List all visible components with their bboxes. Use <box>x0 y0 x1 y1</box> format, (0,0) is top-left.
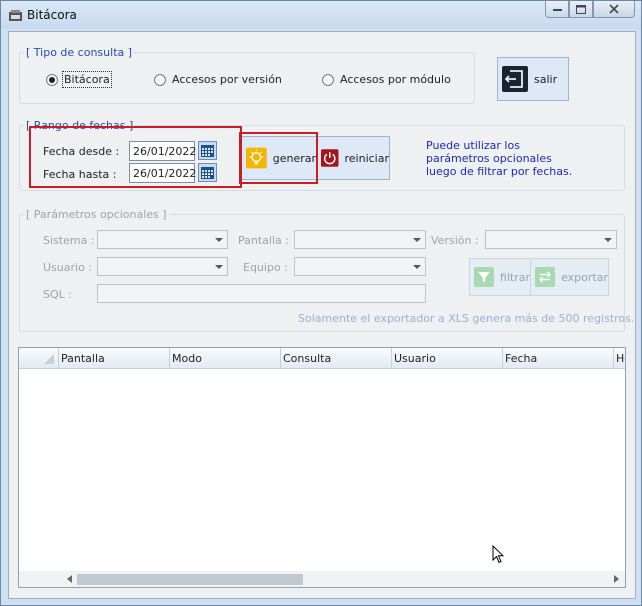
column-header-fecha[interactable]: Fecha <box>503 348 614 368</box>
generar-highlight <box>239 132 318 184</box>
export-icon <box>535 266 556 288</box>
select-all-corner[interactable] <box>19 348 59 368</box>
scroll-thumb[interactable] <box>77 574 303 585</box>
minimize-icon <box>552 9 562 11</box>
dropdown-arrow-icon <box>215 238 223 242</box>
usuario-select[interactable] <box>97 257 228 276</box>
pantalla-label: Pantalla : <box>238 234 289 247</box>
bitacora-window: Bitácora [ Tipo de consulta ] Bitácora A… <box>0 0 642 606</box>
mouse-cursor-icon <box>492 545 504 564</box>
column-header-consulta[interactable]: Consulta <box>281 348 392 368</box>
radio-accesos-modulo-label: Accesos por módulo <box>340 73 451 86</box>
filtrar-label: filtrar <box>499 270 530 284</box>
sql-label: SQL : <box>43 288 72 301</box>
fechas-note: Puede utilizar los parámetros opcionales… <box>426 139 573 178</box>
equipo-select[interactable] <box>294 257 426 276</box>
tipo-consulta-group: [ Tipo de consulta ] Bitácora Accesos po… <box>19 46 475 104</box>
dropdown-arrow-icon <box>604 238 612 242</box>
filtrar-button[interactable]: filtrar <box>469 258 531 296</box>
column-header-usuario[interactable]: Usuario <box>392 348 503 368</box>
filter-icon <box>474 267 494 287</box>
radio-bitacora-label: Bitácora <box>62 71 112 88</box>
window-title: Bitácora <box>27 8 77 22</box>
version-label: Versión : <box>431 234 479 247</box>
client-area: [ Tipo de consulta ] Bitácora Accesos po… <box>8 31 636 599</box>
radio-accesos-version[interactable]: Accesos por versión <box>154 73 282 86</box>
dropdown-arrow-icon <box>215 265 223 269</box>
exportar-button[interactable]: exportar <box>530 258 609 296</box>
export-note: Solamente el exportador a XLS genera más… <box>298 312 635 325</box>
maximize-icon <box>576 4 586 14</box>
maximize-button[interactable] <box>569 1 593 18</box>
radio-accesos-modulo[interactable]: Accesos por módulo <box>322 73 451 86</box>
minimize-button[interactable] <box>545 1 569 18</box>
power-icon <box>321 149 339 167</box>
app-icon <box>9 10 22 21</box>
exportar-label: exportar <box>561 270 608 284</box>
tipo-consulta-legend: [ Tipo de consulta ] <box>24 46 135 59</box>
close-button[interactable] <box>593 1 635 18</box>
sql-input[interactable] <box>97 284 426 303</box>
horizontal-scrollbar[interactable] <box>19 571 625 587</box>
pantalla-select[interactable] <box>294 230 426 249</box>
column-header-modo[interactable]: Modo <box>170 348 281 368</box>
close-icon <box>609 4 619 14</box>
radio-dot[interactable] <box>154 73 166 86</box>
radio-bitacora[interactable]: Bitácora <box>46 71 112 88</box>
equipo-label: Equipo : <box>243 261 288 274</box>
reiniciar-button[interactable]: reiniciar <box>316 136 390 180</box>
results-grid[interactable]: Pantalla Modo Consulta Usuario Fecha Ho <box>18 347 626 588</box>
version-select[interactable] <box>485 230 617 249</box>
reiniciar-label: reiniciar <box>344 151 390 165</box>
exit-icon <box>502 66 528 92</box>
scroll-left-icon[interactable] <box>67 575 72 583</box>
radio-dot-selected[interactable] <box>46 73 58 86</box>
salir-label: salir <box>534 72 558 86</box>
scroll-right-icon[interactable] <box>614 575 619 583</box>
radio-dot[interactable] <box>322 73 334 86</box>
date-range-highlight <box>29 126 242 188</box>
dropdown-arrow-icon <box>413 265 421 269</box>
column-header-pantalla[interactable]: Pantalla <box>59 348 170 368</box>
dropdown-arrow-icon <box>413 238 421 242</box>
sistema-label: Sistema : <box>43 234 95 247</box>
title-bar[interactable]: Bitácora <box>1 1 641 29</box>
radio-accesos-version-label: Accesos por versión <box>172 73 282 86</box>
parametros-legend: [ Parámetros opcionales ] <box>24 208 169 221</box>
column-header-hora[interactable]: Ho <box>614 348 625 368</box>
salir-button[interactable]: salir <box>497 57 569 101</box>
sistema-select[interactable] <box>97 230 228 249</box>
usuario-label: Usuario : <box>43 261 93 274</box>
grid-header: Pantalla Modo Consulta Usuario Fecha Ho <box>19 348 625 369</box>
